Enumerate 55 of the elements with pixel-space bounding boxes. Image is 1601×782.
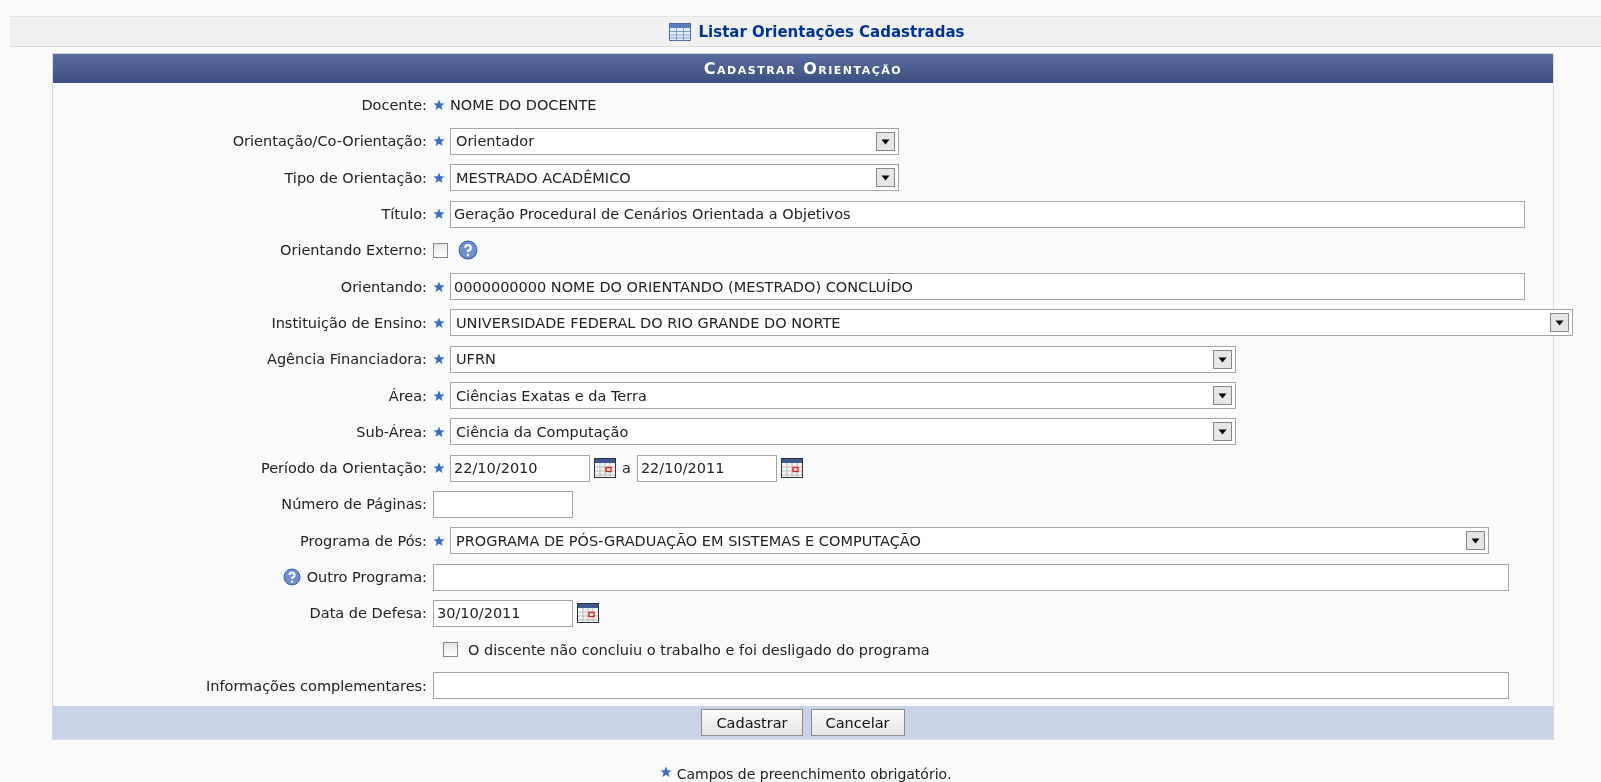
field-label: Período da Orientação: — [260, 460, 427, 477]
field-label: Área: — [388, 387, 427, 404]
form-title: Cadastrar Orientação — [53, 54, 1553, 83]
caret-icon — [1213, 349, 1232, 369]
dropdown[interactable]: MESTRADO ACADÊMICO — [450, 164, 899, 192]
table-icon — [668, 22, 691, 41]
field-label: Número de Páginas: — [281, 496, 427, 513]
field-value: NOME DO DOCENTE — [450, 97, 597, 114]
field-label: Título: — [381, 206, 427, 223]
field-label: Programa de Pós: — [300, 532, 427, 549]
date-field[interactable]: 30/10/2011 — [433, 599, 573, 627]
submit-button[interactable]: Cadastrar — [701, 709, 803, 737]
date-field[interactable]: 22/10/2011 — [636, 454, 777, 482]
input-field[interactable]: 0000000000 NOME DO ORIENTANDO (MESTRADO) CONCLUÍDO — [450, 273, 1525, 301]
caret-icon — [876, 131, 895, 151]
input-field[interactable] — [433, 672, 1509, 700]
field-label: Tipo de Orientação: — [284, 169, 427, 186]
field-label: Instituição de Ensino: — [271, 314, 427, 331]
checkbox-label: O discente não concluiu o trabalho e foi desligado do programa — [468, 641, 930, 658]
input-field[interactable] — [433, 490, 573, 518]
field-label: Orientação/Co-Orientação: — [232, 133, 427, 150]
field-label: Sub-Área: — [356, 423, 427, 440]
required-star-icon — [659, 766, 672, 779]
dropdown[interactable]: Ciência da Computação — [450, 418, 1236, 446]
list-link[interactable]: Listar Orientações Cadastradas — [668, 22, 965, 41]
dropdown[interactable]: Orientador — [450, 127, 899, 155]
footnote: Campos de preenchimento obrigatório. — [676, 766, 952, 782]
caret-icon — [1213, 422, 1232, 442]
field-label: Docente: — [361, 97, 427, 114]
dropdown[interactable]: UNIVERSIDADE FEDERAL DO RIO GRANDE DO NORTE — [450, 309, 1573, 337]
date-separator: a — [622, 460, 631, 477]
input-field[interactable] — [433, 563, 1509, 591]
cancel-button[interactable]: Cancelar — [810, 709, 905, 737]
dropdown[interactable]: PROGRAMA DE PÓS-GRADUAÇÃO EM SISTEMAS E COMPUTAÇÃO — [450, 527, 1489, 555]
help-icon[interactable] — [458, 240, 478, 261]
dropdown[interactable]: Ciências Exatas e da Terra — [450, 382, 1236, 409]
field-label: Orientando: — [340, 278, 427, 295]
help-icon[interactable] — [282, 568, 301, 586]
caret-icon — [876, 168, 895, 188]
field-label: Agência Financiadora: — [267, 351, 427, 368]
checkbox[interactable] — [433, 242, 448, 258]
field-label: Outro Programa: — [306, 569, 427, 585]
dropdown[interactable]: UFRN — [450, 345, 1236, 373]
field-label: Data de Defesa: — [309, 605, 427, 622]
calendar-icon[interactable] — [577, 603, 599, 624]
checkbox[interactable] — [443, 642, 458, 658]
date-field[interactable]: 22/10/2010 — [450, 454, 590, 482]
calendar-icon[interactable] — [780, 458, 803, 479]
caret-icon — [1466, 531, 1485, 551]
caret-icon — [1213, 386, 1232, 405]
caret-icon — [1550, 313, 1569, 333]
calendar-icon[interactable] — [594, 458, 616, 479]
field-label: Informações complementares: — [205, 677, 427, 694]
input-field[interactable]: Geração Procedural de Cenários Orientada a Objetivos — [450, 200, 1525, 228]
field-label: Orientando Externo: — [280, 242, 427, 259]
